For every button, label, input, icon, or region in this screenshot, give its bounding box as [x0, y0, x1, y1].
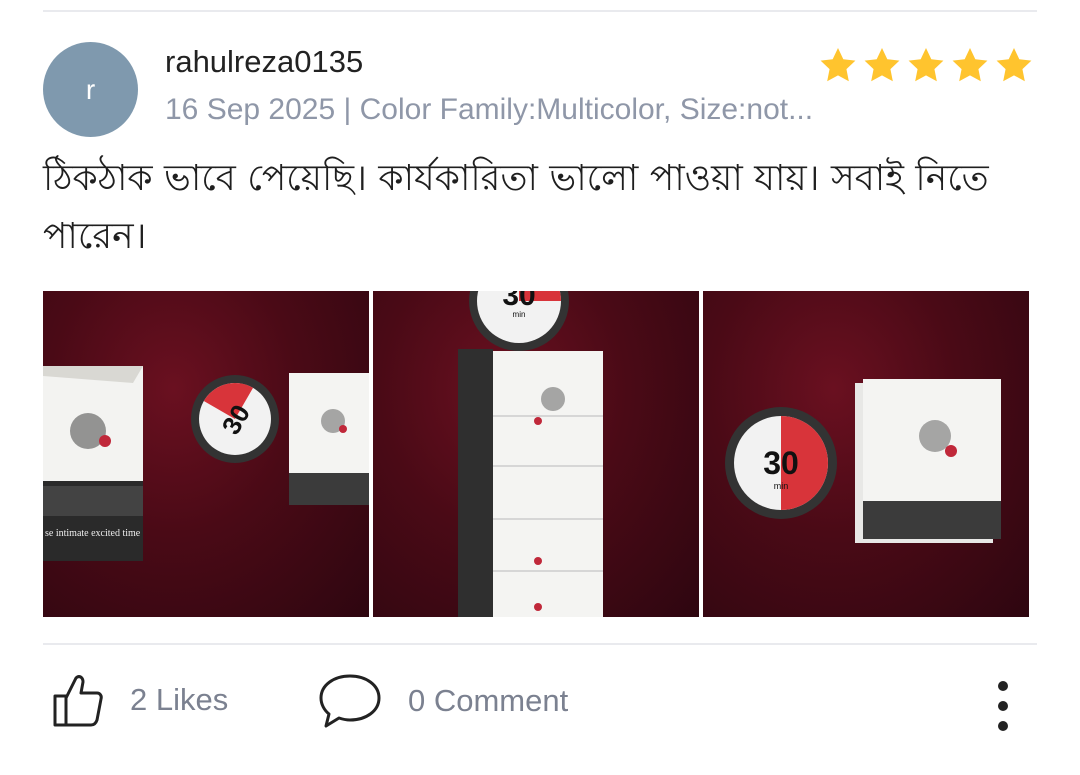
thumbs-up-icon [53, 675, 103, 727]
timer-sticker: 30 [191, 375, 279, 463]
timer-sticker: 30 min [469, 291, 569, 351]
review-photos: se intimate excited time 30 30 min 30 mi… [43, 291, 1029, 617]
avatar-letter: r [85, 73, 96, 105]
review-photo-3[interactable]: 30 min [703, 291, 1029, 617]
likes-count: 2 Likes [130, 682, 229, 717]
star-icon [864, 48, 900, 82]
star-icon [952, 48, 988, 82]
comment-button[interactable]: 0 Comment [318, 672, 568, 730]
review-photo-2[interactable]: 30 min [373, 291, 699, 617]
star-icon [908, 48, 944, 82]
comment-bubble-icon [319, 674, 381, 728]
sachets-stack [855, 379, 1001, 543]
timer-number: 30 [502, 291, 535, 312]
top-divider [43, 10, 1037, 12]
more-vertical-icon [998, 681, 1008, 731]
sachets-row [458, 349, 603, 617]
avatar[interactable]: r [43, 42, 138, 137]
star-icon [820, 48, 856, 82]
like-button[interactable]: 2 Likes [52, 672, 228, 728]
star-icon [996, 48, 1032, 82]
timer-unit: min [774, 481, 789, 491]
more-options-button[interactable] [990, 676, 1016, 736]
reviewer-username: rahulreza0135 [165, 44, 364, 79]
timer-unit: min [513, 310, 526, 319]
review-actions: 2 Likes 0 Comment [0, 668, 1080, 738]
review-photo-1[interactable]: se intimate excited time 30 [43, 291, 369, 617]
comment-count: 0 Comment [408, 683, 569, 718]
bottom-divider [43, 643, 1037, 645]
box-caption: se intimate excited time [45, 528, 141, 539]
review-meta: 16 Sep 2025 | Color Family:Multicolor, S… [165, 93, 814, 126]
star-rating [816, 44, 1036, 88]
product-box: se intimate excited time [43, 366, 143, 561]
review-text: ঠিকঠাক ভাবে পেয়েছি। কার্যকারিতা ভালো পা… [43, 158, 989, 257]
sachets-stack [289, 373, 369, 505]
timer-sticker: 30 min [725, 407, 837, 519]
timer-number: 30 [763, 445, 799, 481]
